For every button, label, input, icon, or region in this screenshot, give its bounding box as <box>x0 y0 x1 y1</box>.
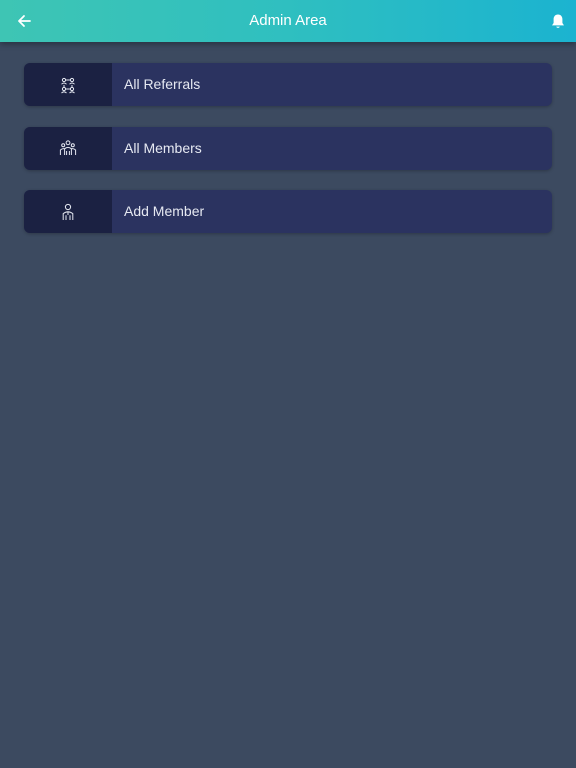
menu-item-label: All Referrals <box>124 76 201 92</box>
menu-item-icon-box <box>24 190 112 233</box>
notification-button[interactable] <box>548 10 568 32</box>
person-icon <box>62 203 74 220</box>
admin-menu-list: All Referrals All Members Add Member <box>24 63 552 254</box>
group-people-icon <box>59 140 77 155</box>
menu-item-add-member[interactable]: Add Member <box>24 190 552 233</box>
menu-item-icon-box <box>24 63 112 106</box>
app-header: Admin Area <box>0 0 576 42</box>
menu-item-all-members[interactable]: All Members <box>24 126 552 170</box>
page-title: Admin Area <box>249 12 327 29</box>
network-people-icon <box>61 77 75 93</box>
bell-icon <box>552 14 564 28</box>
menu-item-all-referrals[interactable]: All Referrals <box>24 63 552 106</box>
menu-item-label: All Members <box>124 139 202 156</box>
menu-item-label: Add Member <box>124 203 205 219</box>
menu-item-icon-box <box>24 126 112 170</box>
